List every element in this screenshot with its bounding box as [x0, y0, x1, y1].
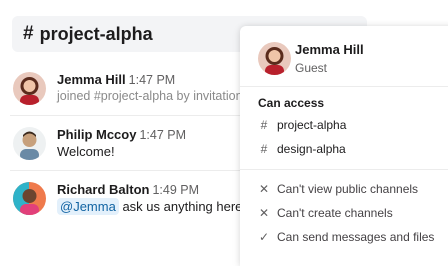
message-text: ask us anything here [118, 199, 243, 214]
permission-item: ✓ Can send messages and files [258, 230, 434, 244]
x-icon: ✕ [258, 206, 270, 220]
message-author[interactable]: Philip Mccoy [57, 127, 136, 142]
permission-label: Can't view public channels [277, 182, 419, 196]
avatar-jemma[interactable] [13, 72, 46, 105]
message-divider [10, 170, 246, 171]
user-mention[interactable]: @Jemma [57, 198, 119, 215]
message-time[interactable]: 1:49 PM [152, 183, 199, 197]
popover-user-role: Guest [295, 61, 328, 75]
message-author-line: Richard Balton 1:49 PM [57, 182, 199, 197]
hash-icon: # [260, 142, 268, 156]
message-body: @Jemma ask us anything here [57, 198, 243, 215]
channel-hash-icon: # [23, 23, 34, 44]
popover-avatar-image [258, 42, 291, 75]
message-author[interactable]: Richard Balton [57, 182, 149, 197]
user-profile-popover: Jemma Hill Guest Can access # project-al… [240, 26, 448, 266]
popover-avatar [258, 42, 291, 75]
access-channel-name: design-alpha [277, 142, 346, 156]
popover-divider [240, 86, 448, 87]
avatar-jemma-image [13, 72, 46, 105]
can-access-title: Can access [258, 96, 325, 110]
avatar-philip-image [13, 127, 46, 160]
avatar-richard-image [13, 182, 46, 215]
hash-icon: # [260, 118, 268, 132]
message-text: joined #project-alpha by invitation [57, 89, 243, 103]
x-icon: ✕ [258, 182, 270, 196]
access-channel-item[interactable]: # design-alpha [258, 142, 346, 156]
channel-name: project-alpha [39, 23, 153, 44]
avatar-philip[interactable] [13, 127, 46, 160]
permission-item: ✕ Can't view public channels [258, 182, 418, 196]
message-divider [10, 115, 246, 116]
popover-user-name: Jemma Hill [295, 42, 364, 57]
message-time[interactable]: 1:47 PM [139, 128, 186, 142]
access-channel-item[interactable]: # project-alpha [258, 118, 347, 132]
permission-label: Can send messages and files [277, 230, 435, 244]
check-icon: ✓ [258, 230, 270, 244]
permission-label: Can't create channels [277, 206, 393, 220]
popover-divider [240, 169, 448, 170]
avatar-richard[interactable] [13, 182, 46, 215]
message-author-line: Jemma Hill 1:47 PM [57, 72, 175, 87]
message-author-line: Philip Mccoy 1:47 PM [57, 127, 186, 142]
message-time[interactable]: 1:47 PM [129, 73, 176, 87]
permission-item: ✕ Can't create channels [258, 206, 393, 220]
message-author[interactable]: Jemma Hill [57, 72, 126, 87]
access-channel-name: project-alpha [277, 118, 347, 132]
message-text: Welcome! [57, 144, 115, 159]
